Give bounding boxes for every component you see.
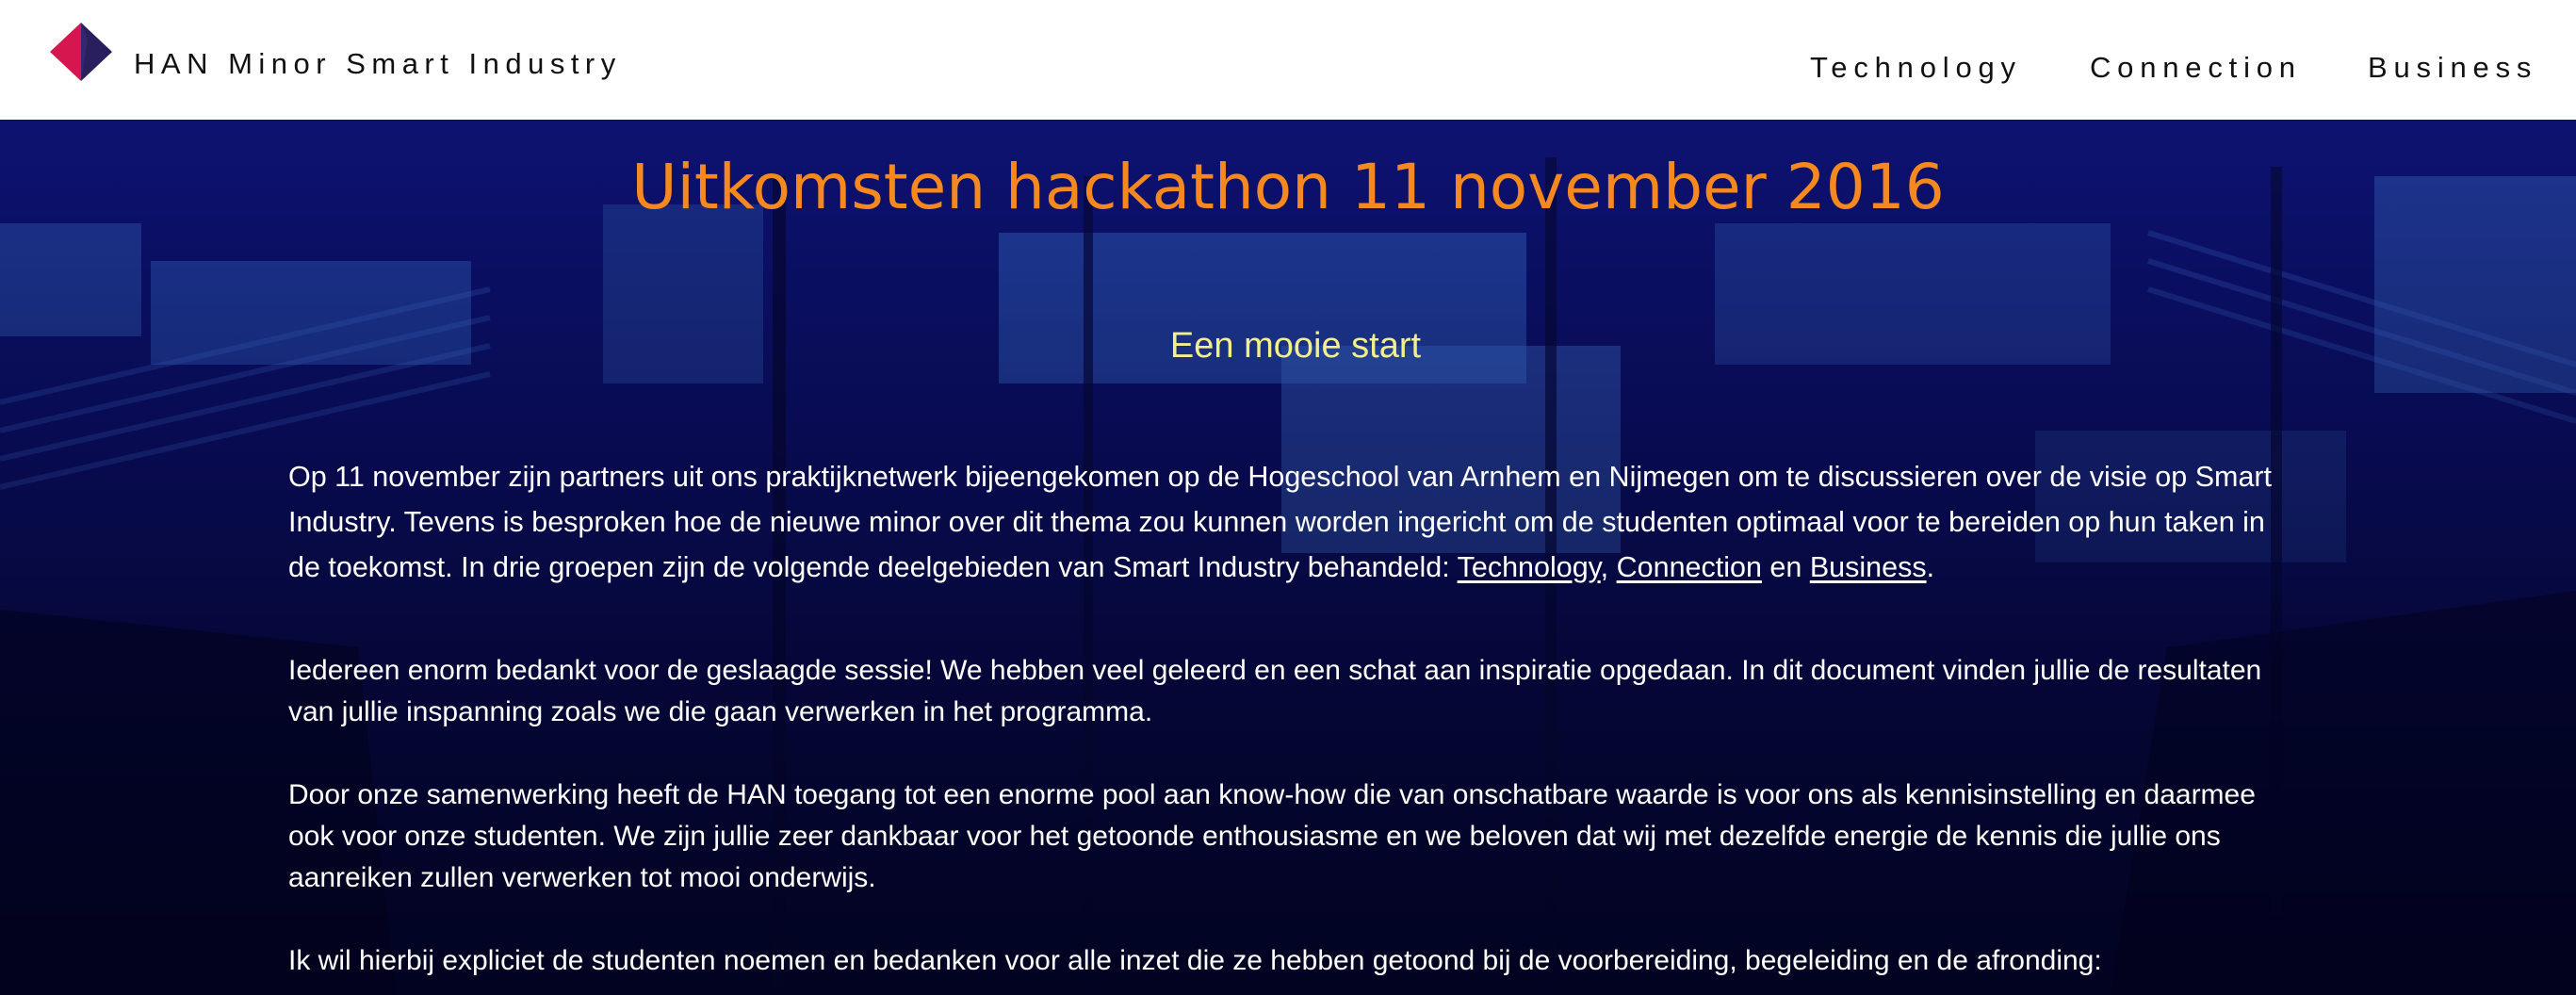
nav-business[interactable]: Business (2368, 51, 2537, 85)
section-subtitle: Een mooie start (1169, 326, 1422, 366)
collaboration-paragraph: Door onze samenwerking heeft de HAN toeg… (288, 779, 2256, 893)
separator-period: . (1926, 551, 1935, 583)
link-business[interactable]: Business (1810, 551, 1927, 583)
separator-comma: , (1600, 551, 1617, 583)
logo-right-half (81, 23, 112, 81)
link-connection[interactable]: Connection (1617, 551, 1762, 583)
link-technology[interactable]: Technology (1458, 551, 1601, 583)
site-header: HAN Minor Smart Industry Technology Conn… (0, 0, 2576, 120)
nav-connection[interactable]: Connection (2090, 51, 2302, 85)
intro-paragraph: Op 11 november zijn partners uit ons pra… (288, 454, 2295, 590)
nav-technology[interactable]: Technology (1810, 51, 2022, 85)
thanks-paragraph: Iedereen enorm bedankt voor de geslaagde… (288, 655, 2262, 727)
site-brand-title[interactable]: HAN Minor Smart Industry (134, 47, 622, 81)
logo-left-half (50, 23, 81, 81)
intro-paragraph-text: Op 11 november zijn partners uit ons pra… (288, 461, 2273, 583)
page-title: Uitkomsten hackathon 11 november 2016 (631, 151, 1945, 223)
han-logo-icon[interactable] (50, 23, 112, 81)
separator-en: en (1761, 551, 1810, 583)
students-paragraph: Ik wil hierbij expliciet de studenten no… (288, 945, 2102, 976)
